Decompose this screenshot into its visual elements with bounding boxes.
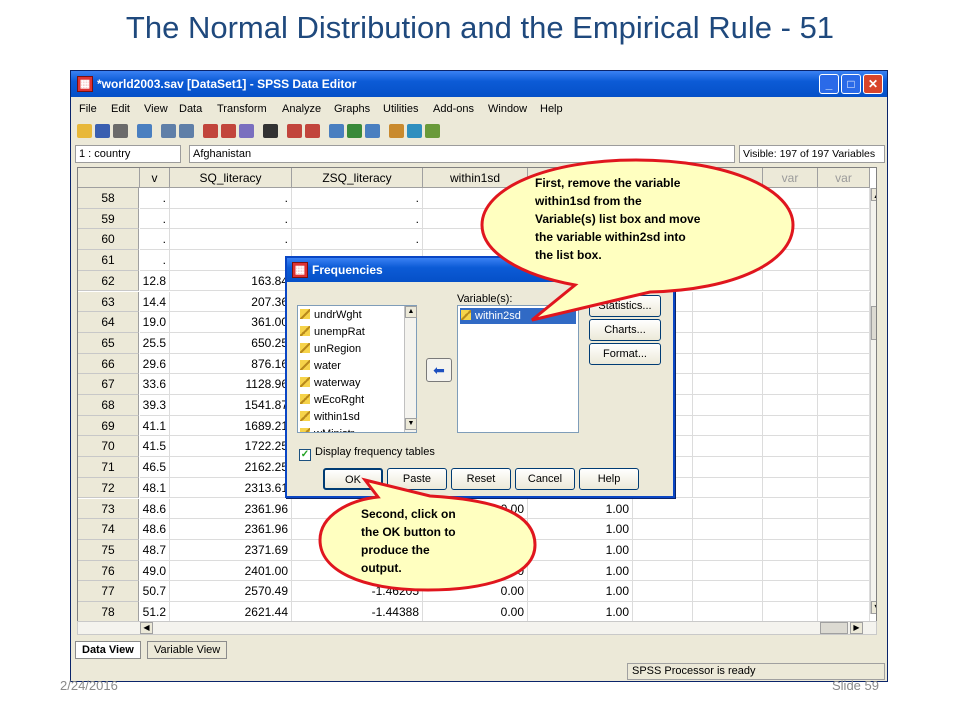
callout-line: within1sd from the (535, 194, 642, 208)
callout-shapes (318, 158, 795, 592)
callout-second-text: Second, click on the OK button to produc… (361, 505, 456, 577)
callout-first-text: First, remove the variable within1sd fro… (535, 174, 700, 264)
slide-date: 2/24/2016 (60, 678, 118, 693)
slide-number: Slide 59 (832, 678, 879, 693)
callout-line: the OK button to (361, 525, 456, 539)
callout-line: Variable(s) list box and move (535, 212, 701, 226)
callout-line: Second, click on (361, 507, 456, 521)
callout-line: produce the (361, 543, 430, 557)
callout-line: First, remove the variable (535, 176, 681, 190)
callout-line: the list box. (535, 248, 602, 262)
callout-line: the variable within2sd into (535, 230, 686, 244)
callout-line: output. (361, 561, 402, 575)
